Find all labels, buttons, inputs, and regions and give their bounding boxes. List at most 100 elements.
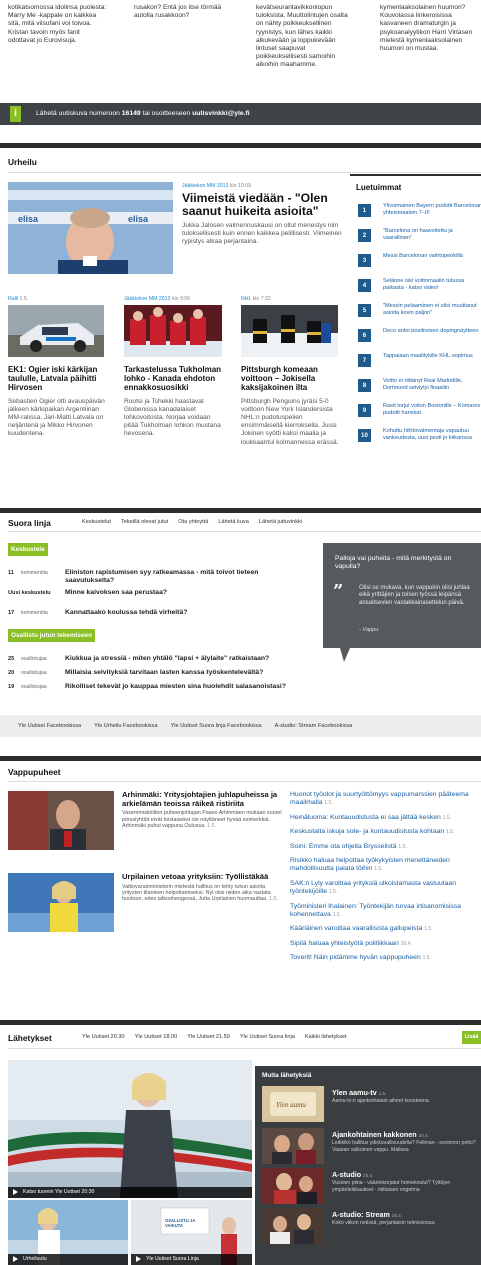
most-read-item[interactable]: 5 "Messin pelaaminen ei olisi muuttanut a…: [350, 302, 481, 327]
section-title-vappupuheet[interactable]: Vappupuheet: [8, 767, 61, 777]
story-category[interactable]: Ralli: [8, 296, 18, 302]
teaser-text-3[interactable]: kevätseurantavikkonlopun tuloksista. Muu…: [256, 4, 356, 70]
vappu-list-item[interactable]: Risikko haluaa helpottaa työkykyisten me…: [290, 857, 480, 874]
more-button[interactable]: Lisää: [462, 1031, 481, 1044]
other-broadcast-title[interactable]: Ajankohtainen kakkonen: [332, 1130, 417, 1139]
most-read-link[interactable]: Messi Barcelonan vaihtopenkillä: [383, 253, 481, 260]
vappu-headline[interactable]: Urpilainen vetoaa yrityksiin: Työllistäk…: [122, 872, 282, 882]
vappu-list-link[interactable]: Heinäluoma: Kuntauudistusta ei saa jättä…: [290, 814, 441, 821]
main-broadcast-video[interactable]: Katso tuorein Yle Uutiset 20:30: [8, 1060, 252, 1198]
vappu-list-link[interactable]: Sipilä haluaa yhteistyötä politiikkaan: [290, 940, 399, 947]
broadcast-tab[interactable]: Yle Uutiset 20.30: [82, 1034, 125, 1040]
discussion-title[interactable]: Minne kaivoksen saa perustaa?: [65, 589, 295, 597]
most-read-item[interactable]: 9 Rasit torjui voiton Bostonille – Komaro…: [350, 402, 481, 427]
vappu-list-item[interactable]: Soini: Emme ota ohjeita Brysselistä 1.5.: [290, 843, 480, 851]
lead-category[interactable]: Jääkiekon MM 2013: [182, 183, 228, 189]
section-title-urheilu[interactable]: Urheilu: [8, 157, 37, 167]
most-read-item[interactable]: 8 Voitto ei riittänyt Real Madridille, Do…: [350, 377, 481, 402]
broadcast-tab[interactable]: Yle Uutiset 18.00: [135, 1034, 178, 1040]
other-broadcast-title[interactable]: Ylen aamu-tv: [332, 1088, 377, 1097]
most-read-item[interactable]: 1 Ylivoimainen Bayern pudotti Barcelonan …: [350, 202, 481, 227]
vappu-list-item[interactable]: Heinäluoma: Kuntauudistusta ei saa jättä…: [290, 814, 480, 822]
facebook-link[interactable]: Yle Uutiset Suora linja Facebookissa: [171, 723, 262, 729]
discussion-title[interactable]: Millaisia selvityksiä tarvitaan lasten k…: [65, 669, 295, 677]
lead-photo[interactable]: elisa elisa: [8, 182, 173, 274]
teaser-text-1[interactable]: kotikatsomossa idolinsa puolesta: Marry …: [8, 4, 108, 45]
vappu-list-item[interactable]: Työministeri Ihalainen: Työntekijän turv…: [290, 903, 480, 920]
other-broadcast-item[interactable]: Ylen aamu Ylen aamu-tv 1.5. Aamu-tv:n aja…: [262, 1086, 477, 1126]
section-title-suora-linja[interactable]: Suora linja: [8, 518, 51, 528]
vappu-list-link[interactable]: Työministeri Ihalainen: Työntekijän turv…: [290, 903, 461, 918]
most-read-item[interactable]: 3 Messi Barcelonan vaihtopenkillä: [350, 252, 481, 277]
broadcast-tab[interactable]: Yle Uutiset Suora linja: [240, 1034, 295, 1040]
suora-linja-tab[interactable]: Lähetä juttuvinkki: [259, 519, 302, 525]
most-read-item[interactable]: 6 Deco antoi positiivisen dopingnäytteen: [350, 327, 481, 352]
vappu-list-link[interactable]: SAK:n Lyly varoittaa yrityksiä ulkoistam…: [290, 880, 456, 895]
story-category[interactable]: Jääkiekon MM 2013: [124, 296, 170, 302]
story-category[interactable]: NHL: [241, 296, 251, 302]
vappu-list-link[interactable]: Risikko haluaa helpottaa työkykyisten me…: [290, 857, 450, 872]
rally-car-photo[interactable]: [8, 305, 104, 357]
quote-box[interactable]: Palloja vai puheita - mitä merkitystä on…: [323, 543, 481, 623]
other-broadcast-item[interactable]: Ajankohtainen kakkonen 30.4. Leikkikö hal…: [262, 1128, 477, 1168]
vappu-list-item[interactable]: Toverit! Näin pidämme hyvän vappupuheen …: [290, 954, 480, 962]
most-read-item[interactable]: 4 Selänne iski voittomaalin tutussa paika…: [350, 277, 481, 302]
section-title-lahetykset[interactable]: Lähetykset: [8, 1033, 52, 1043]
facebook-link[interactable]: Yle Urheilu Facebookissa: [94, 723, 157, 729]
lead-headline[interactable]: Viimeistä viedään - "Olen saanut huikeit…: [182, 192, 342, 217]
broadcast-tab[interactable]: Yle Uutiset 21.50: [187, 1034, 230, 1040]
most-read-link[interactable]: Rasit torjui voiton Bostonille – Komarov…: [383, 403, 481, 417]
discussion-title[interactable]: Eliniston rapistumisen syy ratkeamassa -…: [65, 569, 295, 585]
suora-linja-tab[interactable]: Tekeillä olevat jutut: [121, 519, 168, 525]
vappu-list-link[interactable]: Huonot työolot ja suurtyöttömyys vappuma…: [290, 791, 469, 806]
nhl-game-photo[interactable]: [241, 305, 338, 357]
discussion-title[interactable]: Kannattaako koulussa tehdä virheitä?: [65, 609, 295, 617]
suora-linja-tab[interactable]: Ota yhteyttä: [178, 519, 208, 525]
other-broadcast-item[interactable]: A-studio: Stream 26.4. Koko viikon netiss…: [262, 1208, 477, 1248]
story-headline[interactable]: Pittsburgh komeaan voittoon – Jokisella …: [241, 365, 341, 393]
suora-linja-video-caption[interactable]: Yle Uutiset Suora Linja: [131, 1254, 252, 1265]
suora-linja-tab[interactable]: Keskustelut: [82, 519, 111, 525]
story-headline[interactable]: EK1: Ogier iski kärkijan taululle, Latva…: [8, 365, 106, 393]
facebook-link[interactable]: A-studio: Stream Facebookissa: [275, 723, 353, 729]
vappu-list-item[interactable]: SAK:n Lyly varoittaa yrityksiä ulkoistam…: [290, 880, 480, 897]
vappu-list-item[interactable]: Sipilä haluaa yhteistyötä politiikkaan 3…: [290, 940, 480, 948]
discussion-row[interactable]: Uusi keskustelu Minne kaivoksen saa perus…: [8, 588, 308, 606]
most-read-item[interactable]: 2 "Barcelona on haavoitettu ja vaaralline…: [350, 227, 481, 252]
other-broadcast-title[interactable]: A-studio: Stream: [332, 1210, 390, 1219]
most-read-item[interactable]: 7 Tappaiaan maalitykille KHL-sopimus: [350, 352, 481, 377]
facebook-link[interactable]: Yle Uutiset Facebookissa: [18, 723, 81, 729]
vappu-list-item[interactable]: Kääriäinen varoittaa vaarallisista gallu…: [290, 925, 480, 933]
vappu-headline[interactable]: Arhinmäki: Yritysjohtajien juhlapuheissa…: [122, 790, 282, 808]
teaser-text-4[interactable]: kymenlaaksolainen huumori? Kouvolassa li…: [380, 4, 480, 53]
most-read-link[interactable]: Voitto ei riittänyt Real Madridille, Dor…: [383, 378, 481, 392]
urpilainen-photo[interactable]: [8, 873, 114, 932]
most-read-link[interactable]: Kohuttu hiihtovalmentaja vapautuu vankeu…: [383, 428, 481, 442]
arhinmaki-photo[interactable]: [8, 791, 114, 850]
vappu-list-item[interactable]: Huonot työolot ja suurtyöttömyys vappuma…: [290, 791, 480, 808]
broadcast-tab[interactable]: Kaikki lähetykset: [305, 1034, 347, 1040]
sports-video-caption[interactable]: Urheiluutu: [8, 1254, 128, 1265]
teaser-text-2[interactable]: rusakon? Entä jos itse törmää autolla ru…: [134, 4, 234, 20]
most-read-link[interactable]: Deco antoi positiivisen dopingnäytteen: [383, 328, 481, 335]
other-broadcast-title[interactable]: A-studio: [332, 1170, 361, 1179]
quote-title[interactable]: Palloja vai puheita - mitä merkitystä on…: [335, 555, 475, 571]
most-read-link[interactable]: Selänne iski voittomaalin tutussa paikas…: [383, 278, 481, 292]
vappu-list-link[interactable]: Toverit! Näin pidämme hyvän vappupuheen: [290, 954, 421, 961]
other-broadcast-item[interactable]: A-studio 25.4. Vussien piina - vääriinkor…: [262, 1168, 477, 1208]
discussion-row[interactable]: 11 kommenttia Eliniston rapistumisen syy r…: [8, 568, 308, 586]
most-read-link[interactable]: Ylivoimainen Bayern pudotti Barcelonan y…: [383, 203, 481, 217]
suora-linja-video[interactable]: OSALLISTU JA VAIKUTA Yle Uutiset Suora L…: [131, 1200, 252, 1265]
most-read-link[interactable]: "Messin pelaaminen ei olisi muuttanut as…: [383, 303, 481, 317]
suora-linja-tab[interactable]: Lähetä kuva: [218, 519, 248, 525]
news-tip-email[interactable]: uutisvinkki@yle.fi: [192, 110, 250, 117]
vappu-list-link[interactable]: Soini: Emme ota ohjeita Brysselistä: [290, 843, 397, 850]
vappu-list-link[interactable]: Keskustalta iskuja sote- ja kuntauudistu…: [290, 828, 444, 835]
discussion-title[interactable]: Kiukkua ja stressiä - miten yhtälö "laps…: [65, 655, 295, 663]
hockey-team-photo[interactable]: [124, 305, 222, 357]
most-read-item[interactable]: 10 Kohuttu hiihtovalmentaja vapautuu vank…: [350, 427, 481, 452]
vappu-list-item[interactable]: Keskustalta iskuja sote- ja kuntauudistu…: [290, 828, 480, 836]
most-read-link[interactable]: "Barcelona on haavoitettu ja vaarallinen…: [383, 228, 481, 242]
discussion-row[interactable]: 19 osallistujaa Rikolliset tekevät jo kaup…: [8, 682, 308, 700]
main-video-caption[interactable]: Katso tuorein Yle Uutiset 20:30: [8, 1187, 252, 1198]
